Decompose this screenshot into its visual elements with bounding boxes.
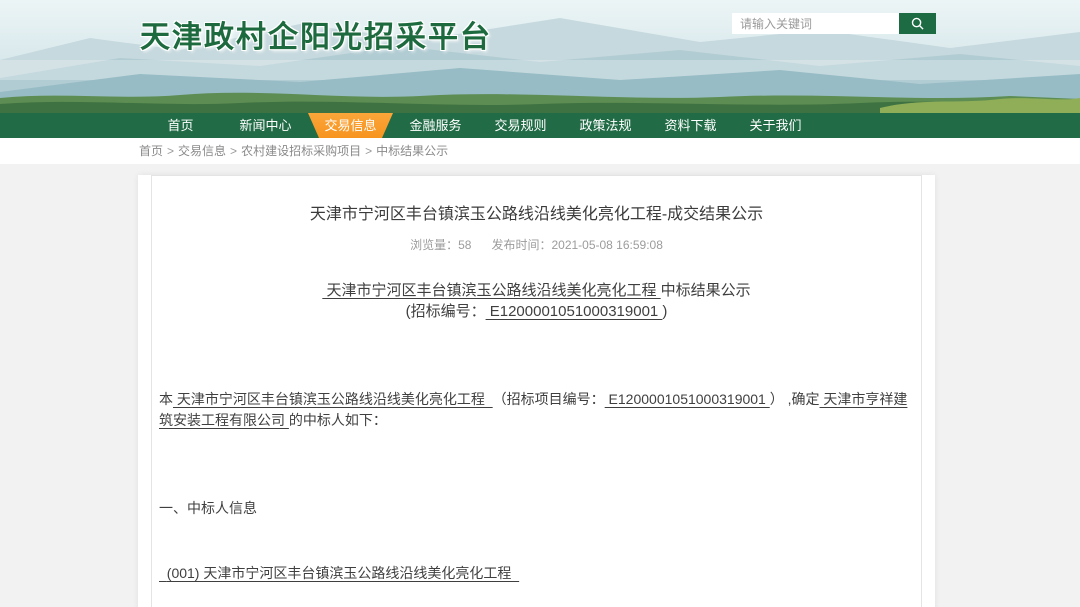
- notice-body: 本 天津市宁河区丰台镇滨玉公路线沿线美化亮化工程 （招标项目编号： E12000…: [159, 345, 914, 607]
- breadcrumb-separator: >: [365, 144, 372, 158]
- bid-no-suffix: ): [662, 303, 667, 320]
- views-label: 浏览量：: [410, 238, 458, 252]
- nav-item-policy[interactable]: 政策法规: [563, 113, 648, 138]
- nav-item-downloads[interactable]: 资料下载: [648, 113, 733, 138]
- lot-underlined: (001) 天津市宁河区丰台镇滨玉公路线沿线美化亮化工程: [159, 565, 519, 581]
- nav-item-rules[interactable]: 交易规则: [478, 113, 563, 138]
- search-button[interactable]: [899, 13, 936, 34]
- project-code-underlined: E1200001051000319001: [605, 391, 770, 407]
- project-name-underlined: 天津市宁河区丰台镇滨玉公路线沿线美化亮化工程: [322, 282, 660, 299]
- intro-paragraph: 本 天津市宁河区丰台镇滨玉公路线沿线美化亮化工程 （招标项目编号： E12000…: [159, 389, 914, 433]
- search-icon: [911, 17, 924, 30]
- breadcrumb: 首页 > 交易信息 > 农村建设招标采购项目 > 中标结果公示: [0, 138, 1080, 164]
- breadcrumb-result-notice[interactable]: 中标结果公示: [376, 144, 448, 158]
- intro-text: 的中标人如下：: [289, 412, 387, 428]
- nav-item-trade-info[interactable]: 交易信息: [308, 113, 393, 138]
- intro-text: 本: [159, 391, 173, 407]
- article-meta: 浏览量：58 发布时间：2021-05-08 16:59:08: [159, 236, 914, 253]
- breadcrumb-rural-projects[interactable]: 农村建设招标采购项目: [241, 144, 361, 158]
- page-title: 天津市宁河区丰台镇滨玉公路线沿线美化亮化工程-成交结果公示: [159, 200, 914, 224]
- site-title: 天津政村企阳光招采平台: [140, 12, 492, 56]
- intro-text: ） ,确定: [770, 391, 820, 407]
- site-header: 天津政村企阳光招采平台: [0, 0, 1080, 113]
- nav-item-about[interactable]: 关于我们: [733, 113, 818, 138]
- publish-time-label: 发布时间：: [491, 238, 551, 252]
- search-bar: [732, 13, 936, 34]
- views-count: 58: [458, 238, 471, 252]
- lot-line: (001) 天津市宁河区丰台镇滨玉公路线沿线美化亮化工程: [159, 563, 914, 585]
- content-panel: 天津市宁河区丰台镇滨玉公路线沿线美化亮化工程-成交结果公示 浏览量：58 发布时间…: [138, 175, 935, 607]
- notice-card: 天津市宁河区丰台镇滨玉公路线沿线美化亮化工程-成交结果公示 浏览量：58 发布时间…: [151, 175, 922, 607]
- main-navigation: 首页 新闻中心 交易信息 金融服务 交易规则 政策法规 资料下载 关于我们: [0, 113, 1080, 138]
- nav-item-home[interactable]: 首页: [138, 113, 223, 138]
- intro-text: （招标项目编号：: [493, 391, 605, 407]
- search-input[interactable]: [732, 13, 899, 34]
- nav-item-news[interactable]: 新闻中心: [223, 113, 308, 138]
- breadcrumb-separator: >: [167, 144, 174, 158]
- bid-number-underlined: E1200001051000319001: [486, 303, 663, 320]
- breadcrumb-separator: >: [230, 144, 237, 158]
- bid-no-prefix: (招标编号：: [406, 303, 486, 320]
- notice-subtitle: 天津市宁河区丰台镇滨玉公路线沿线美化亮化工程 中标结果公示 (招标编号： E120…: [159, 280, 914, 322]
- publish-time: 2021-05-08 16:59:08: [551, 238, 662, 252]
- nav-item-finance[interactable]: 金融服务: [393, 113, 478, 138]
- main-area: 天津市宁河区丰台镇滨玉公路线沿线美化亮化工程-成交结果公示 浏览量：58 发布时间…: [0, 164, 1080, 607]
- section-heading-winner-info: 一、中标人信息: [159, 498, 914, 520]
- subtitle-suffix: 中标结果公示: [661, 282, 751, 299]
- project-name-underlined: 天津市宁河区丰台镇滨玉公路线沿线美化亮化工程: [173, 391, 493, 407]
- breadcrumb-trade-info[interactable]: 交易信息: [178, 144, 226, 158]
- breadcrumb-home[interactable]: 首页: [139, 144, 163, 158]
